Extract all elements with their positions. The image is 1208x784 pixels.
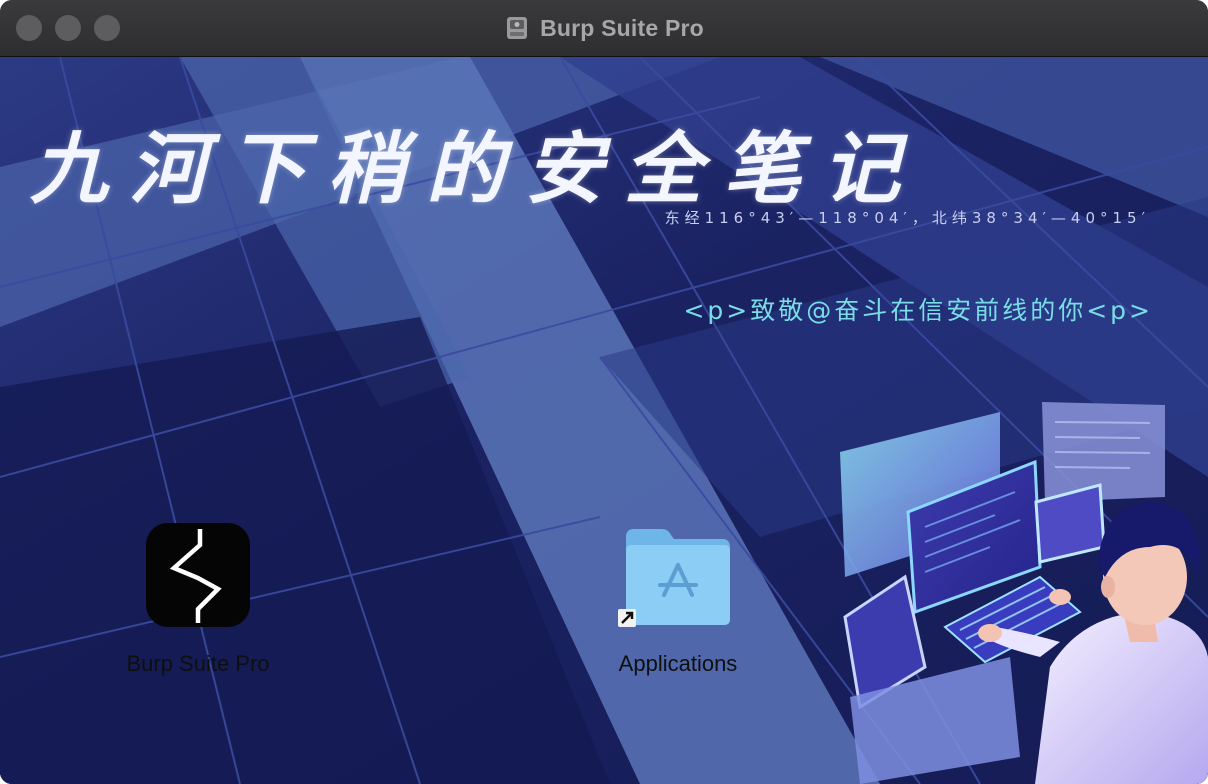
dmg-window: Burp Suite Pro 九河下稍的安全笔记 东经116°43′—118°0… — [0, 0, 1208, 784]
applications-label: Applications — [618, 651, 738, 676]
folder-icon — [618, 529, 730, 627]
burp-suite-app-icon[interactable] — [146, 523, 250, 627]
banner-title: 九河下稍的安全笔记 — [30, 125, 922, 215]
banner-coordinates: 东经116°43′—118°04′，北纬38°34′—40°15′ — [664, 209, 1150, 227]
window-title: Burp Suite Pro — [540, 14, 704, 41]
burp-suite-pro-label: Burp Suite Pro — [126, 651, 270, 676]
banner-slogan: <p>致敬@奋斗在信安前线的你<p> — [683, 296, 1153, 325]
disk-image-icon — [507, 17, 528, 39]
lightning-bolt-icon — [169, 529, 222, 623]
title-bar[interactable]: Burp Suite Pro — [0, 0, 1208, 57]
window-title-group: Burp Suite Pro — [0, 0, 1208, 56]
burp-suite-pro-item[interactable]: Burp Suite Pro — [98, 523, 298, 677]
dmg-background: 九河下稍的安全笔记 东经116°43′—118°04′，北纬38°34′—40°… — [0, 57, 1208, 784]
applications-folder-icon[interactable] — [618, 523, 738, 627]
applications-alias-item[interactable]: Applications — [578, 523, 778, 677]
